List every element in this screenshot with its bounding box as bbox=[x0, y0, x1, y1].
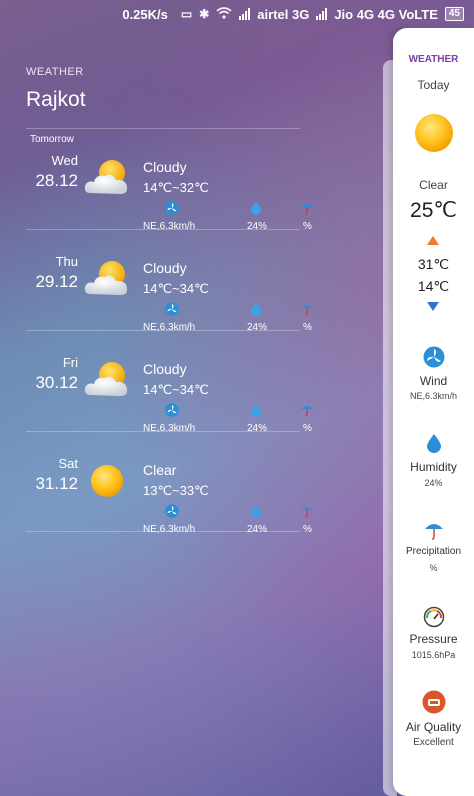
today-panel[interactable]: WEATHER Today Clear 25℃ 31℃ 14℃ Wind NE,… bbox=[393, 28, 474, 796]
umbrella-icon bbox=[425, 524, 443, 540]
precipitation-value: % bbox=[303, 322, 312, 333]
humidity-drop-icon bbox=[251, 505, 261, 518]
section-label: WEATHER bbox=[26, 66, 84, 78]
signal-icon bbox=[316, 8, 328, 20]
temp-range: 14℃~32℃ bbox=[143, 180, 209, 195]
message-icon: ▭ bbox=[180, 7, 193, 21]
forecast-row[interactable]: Tomorrow Wed 28.12 Cloudy 14℃~32℃ NE,6.3… bbox=[26, 128, 313, 232]
precipitation-value: % bbox=[303, 221, 312, 232]
precipitation-label: Precipitation bbox=[405, 546, 462, 557]
bluetooth-icon: ✱ bbox=[199, 7, 210, 21]
air-quality-value: Excellent bbox=[413, 737, 454, 748]
day-date: 30.12 bbox=[35, 373, 78, 392]
panel-today: Today bbox=[417, 78, 450, 92]
carrier-2: Jio 4G 4G VoLTE bbox=[334, 6, 438, 22]
tomorrow-label: Tomorrow bbox=[30, 134, 74, 145]
forecast-row[interactable]: Fri 30.12 Cloudy 14℃~34℃ NE,6.3km/h 24% … bbox=[26, 330, 313, 434]
carrier-1: airtel 3G bbox=[257, 6, 310, 22]
day-date: 28.12 bbox=[35, 171, 78, 190]
condition-text: Cloudy bbox=[143, 260, 187, 276]
temp-range: 14℃~34℃ bbox=[143, 281, 209, 296]
day-date: 29.12 bbox=[35, 272, 78, 291]
humidity-value: 24% bbox=[247, 524, 268, 535]
down-arrow-icon bbox=[427, 302, 439, 311]
umbrella-icon bbox=[301, 204, 313, 215]
partly-cloudy-icon bbox=[84, 261, 128, 295]
wind-fan-icon bbox=[423, 346, 445, 368]
day-name: Fri bbox=[62, 355, 78, 370]
wind-label: Wind bbox=[419, 374, 448, 388]
panel-high-temp: 31℃ bbox=[417, 256, 450, 272]
condition-text: Cloudy bbox=[143, 159, 187, 175]
temp-range: 13℃~33℃ bbox=[143, 483, 209, 498]
humidity-drop-icon bbox=[251, 303, 261, 316]
sun-icon bbox=[91, 465, 123, 497]
humidity-label: Humidity bbox=[410, 460, 457, 474]
wind-fan-icon bbox=[165, 302, 179, 316]
precipitation-value: % bbox=[303, 423, 312, 434]
wind-fan-icon bbox=[165, 201, 179, 215]
battery-icon: 45 bbox=[444, 7, 464, 21]
pressure-label: Pressure bbox=[409, 632, 458, 646]
condition-text: Cloudy bbox=[143, 361, 187, 377]
stats-row: NE,6.3km/h 24% % bbox=[143, 504, 313, 536]
air-quality-label: Air Quality bbox=[405, 720, 462, 734]
network-speed: 0.25K/s bbox=[122, 6, 168, 22]
panel-current-temp: 25℃ bbox=[410, 199, 457, 222]
wind-fan-icon bbox=[165, 504, 179, 518]
wifi-icon bbox=[216, 6, 232, 22]
city-name: Rajkot bbox=[26, 88, 86, 111]
umbrella-icon bbox=[301, 507, 313, 518]
wind-value: NE,6.3km/h bbox=[143, 524, 196, 535]
day-name: Sat bbox=[58, 456, 78, 471]
up-arrow-icon bbox=[427, 236, 439, 245]
partly-cloudy-icon bbox=[84, 362, 128, 396]
partly-cloudy-icon bbox=[84, 160, 128, 194]
humidity-drop-icon bbox=[251, 404, 261, 417]
panel-condition: Clear bbox=[419, 178, 448, 192]
wind-value: NE,6.3km/h bbox=[409, 391, 458, 401]
precipitation-value: % bbox=[303, 524, 312, 535]
pressure-value: 1015.6hPa bbox=[411, 650, 456, 660]
status-bar: 0.25K/s ▭ ✱ airtel 3G Jio 4G 4G VoLTE 45 bbox=[0, 0, 474, 28]
forecast-row[interactable]: Sat 31.12 Clear 13℃~33℃ NE,6.3km/h 24% % bbox=[26, 431, 313, 535]
humidity-drop-icon bbox=[427, 434, 441, 453]
panel-title: WEATHER bbox=[408, 54, 459, 65]
humidity-value: 24% bbox=[424, 478, 443, 488]
pressure-gauge-icon bbox=[423, 606, 445, 628]
umbrella-icon bbox=[301, 406, 313, 417]
day-name: Thu bbox=[55, 254, 78, 269]
signal-icon bbox=[239, 8, 251, 20]
condition-text: Clear bbox=[143, 462, 177, 478]
precipitation-value: % bbox=[429, 563, 438, 573]
wind-fan-icon bbox=[165, 403, 179, 417]
humidity-drop-icon bbox=[251, 202, 261, 215]
day-name: Wed bbox=[51, 153, 79, 168]
temp-range: 14℃~34℃ bbox=[143, 382, 209, 397]
sun-icon bbox=[415, 114, 453, 152]
day-date: 31.12 bbox=[35, 474, 78, 493]
forecast-list: Tomorrow Wed 28.12 Cloudy 14℃~32℃ NE,6.3… bbox=[26, 128, 313, 535]
forecast-row[interactable]: Thu 29.12 Cloudy 14℃~34℃ NE,6.3km/h 24% … bbox=[26, 229, 313, 333]
panel-low-temp: 14℃ bbox=[417, 278, 450, 294]
umbrella-icon bbox=[301, 305, 313, 316]
air-quality-icon bbox=[422, 690, 446, 714]
